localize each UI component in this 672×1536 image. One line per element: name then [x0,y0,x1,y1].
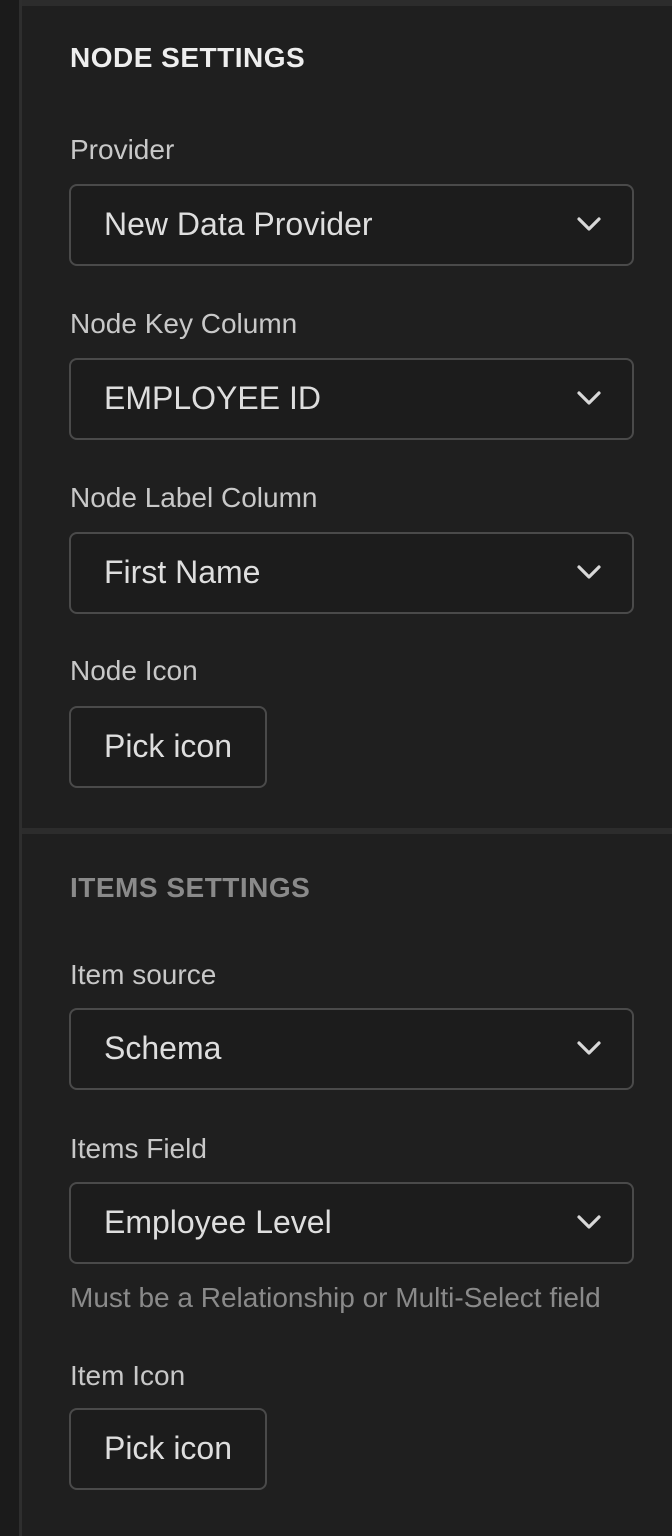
item-pick-icon-label: Pick icon [103,1430,233,1466]
left-gutter [0,0,22,1536]
chevron-down-icon [577,1215,601,1229]
chevron-down-icon [577,565,601,579]
provider-select-value: New Data Provider [104,206,373,242]
items-field-label: Items Field [70,1133,207,1164]
provider-label: Provider [70,134,175,165]
items-settings-section: ITEMS SETTINGS Item source Schema Items … [22,828,672,1536]
node-pick-icon-button[interactable]: Pick icon [69,706,267,788]
item-pick-icon-button[interactable]: Pick icon [69,1408,267,1490]
node-key-column-value: EMPLOYEE ID [104,380,321,416]
items-field-value: Employee Level [104,1204,332,1240]
items-field-help-text: Must be a Relationship or Multi-Select f… [70,1282,601,1313]
chevron-down-icon [577,391,601,405]
node-settings-title: NODE SETTINGS [70,42,306,73]
chevron-down-icon [577,217,601,231]
item-source-select[interactable]: Schema [69,1008,634,1090]
item-source-label: Item source [70,959,217,990]
settings-panel: NODE SETTINGS Provider New Data Provider… [22,0,672,1536]
node-key-column-label: Node Key Column [70,308,298,339]
node-label-column-value: First Name [104,554,261,590]
provider-select[interactable]: New Data Provider [69,184,634,266]
item-icon-label: Item Icon [70,1360,186,1391]
item-source-value: Schema [104,1030,222,1066]
node-settings-section: NODE SETTINGS Provider New Data Provider… [22,6,672,828]
node-pick-icon-label: Pick icon [103,728,233,764]
node-label-column-select[interactable]: First Name [69,532,634,614]
node-icon-label: Node Icon [70,655,198,686]
node-key-column-select[interactable]: EMPLOYEE ID [69,358,634,440]
node-label-column-label: Node Label Column [70,482,318,513]
items-field-select[interactable]: Employee Level [69,1182,634,1264]
chevron-down-icon [577,1041,601,1055]
items-settings-title: ITEMS SETTINGS [70,872,311,903]
